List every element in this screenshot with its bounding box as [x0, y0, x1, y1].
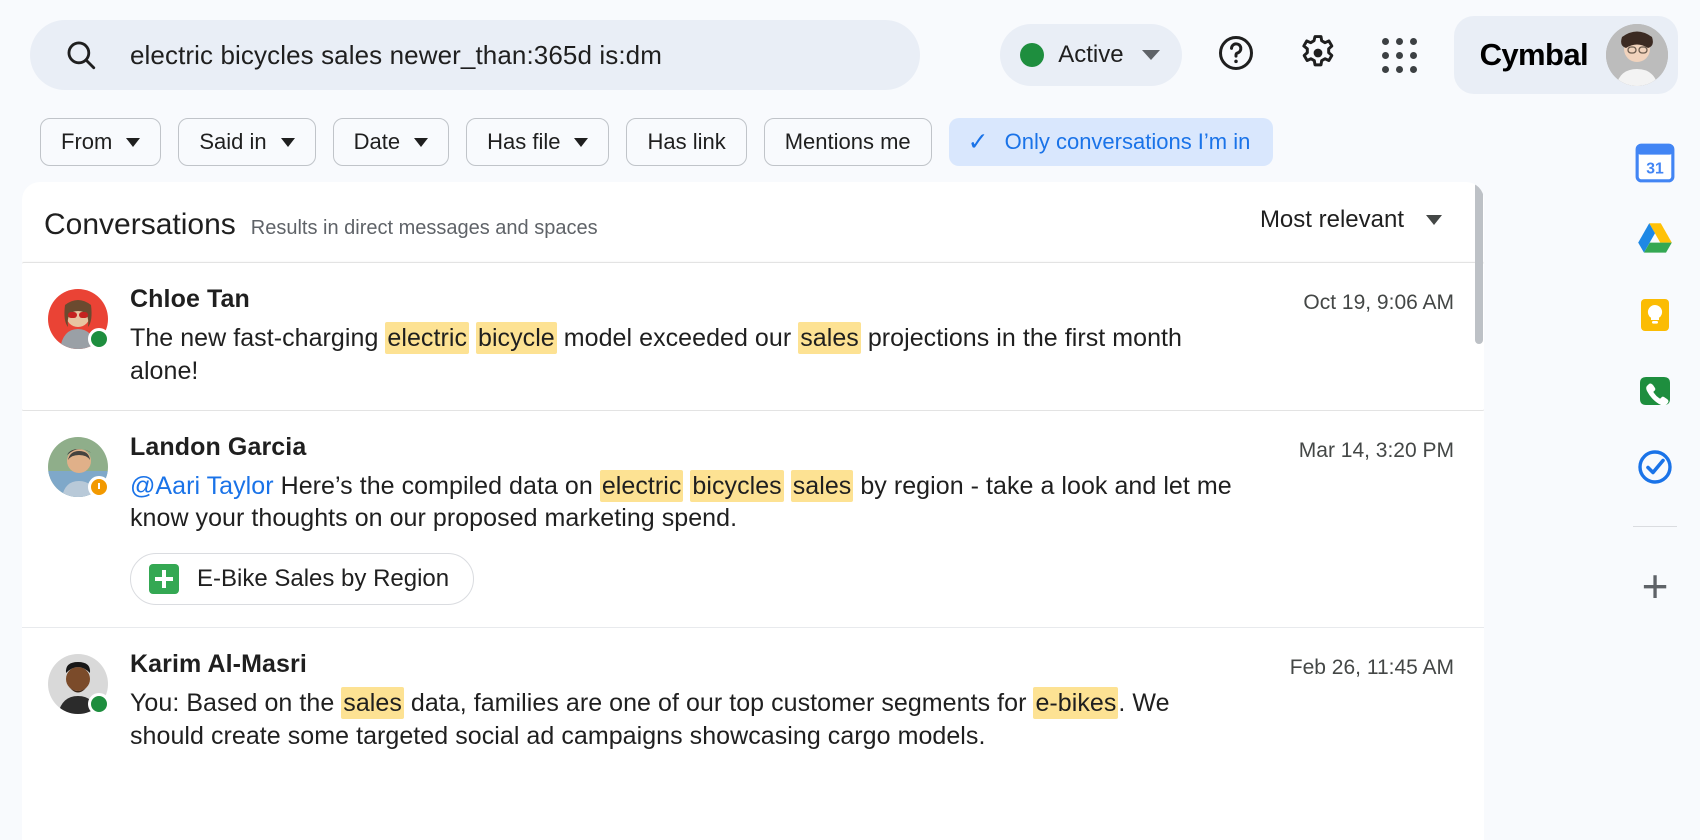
google-keep-icon[interactable] [1632, 292, 1678, 338]
search-icon [64, 38, 98, 72]
attachment-chip[interactable]: E-Bike Sales by Region [130, 553, 475, 605]
result-item[interactable]: Karim Al-Masri You: Based on the sales d… [22, 627, 1484, 775]
apps-grid-icon [1382, 37, 1418, 73]
google-voice-icon[interactable] [1632, 368, 1678, 414]
search-highlight: sales [341, 687, 404, 719]
svg-text:31: 31 [1646, 161, 1664, 178]
filter-chip-date[interactable]: Date [332, 118, 450, 166]
presence-online-icon [88, 693, 110, 715]
filter-chip-label: Only conversations I’m in [1004, 129, 1251, 154]
chevron-down-icon [1426, 215, 1442, 225]
help-button[interactable] [1208, 27, 1264, 83]
gear-icon [1297, 32, 1339, 79]
google-calendar-icon[interactable]: 31 [1632, 140, 1678, 186]
check-icon: ✓ [967, 127, 989, 156]
sort-dropdown[interactable]: Most relevant [1260, 206, 1442, 234]
scrollbar[interactable] [1474, 182, 1484, 840]
filter-chip-label: Mentions me [784, 129, 911, 154]
filter-chip-label: Date [353, 129, 401, 154]
add-app-button[interactable]: + [1632, 563, 1678, 609]
filter-chip-label: Said in [199, 129, 267, 154]
filter-chip-only-conversations[interactable]: ✓ Only conversations I’m in [948, 118, 1274, 166]
result-item[interactable]: Chloe Tan The new fast-charging electric… [22, 262, 1484, 411]
filter-chip-has-link[interactable]: Has link [626, 118, 747, 166]
result-item[interactable]: Landon Garcia @Aari Taylor Here’s the co… [22, 410, 1484, 627]
google-drive-icon[interactable] [1632, 216, 1678, 262]
plus-icon: + [1641, 560, 1669, 612]
search-highlight: sales [798, 322, 861, 354]
sender-name: Landon Garcia [130, 432, 307, 461]
message-snippet: The new fast-charging electric bicycle m… [130, 322, 1182, 385]
google-sheets-icon [149, 564, 179, 594]
chevron-down-icon [574, 137, 589, 147]
presence-away-icon [88, 475, 110, 498]
avatar[interactable] [48, 436, 110, 498]
google-tasks-icon[interactable] [1632, 444, 1678, 490]
status-button[interactable]: Active [1000, 24, 1182, 86]
sender-name: Chloe Tan [130, 285, 250, 313]
avatar[interactable] [48, 654, 110, 715]
search-highlight: electric [385, 322, 469, 354]
header-actions: Active Cymbal [1000, 0, 1700, 110]
page-title: Conversations [44, 208, 236, 241]
message-snippet: @Aari Taylor Here’s the compiled data on… [130, 469, 1232, 533]
search-highlight: electric [599, 469, 684, 502]
filter-chip-has-file[interactable]: Has file [466, 118, 610, 166]
filter-chip-label: Has file [487, 129, 561, 154]
chevron-down-icon [126, 137, 141, 147]
status-label: Active [1058, 41, 1124, 68]
timestamp: Mar 14, 3:20 PM [1298, 438, 1454, 462]
results-subtitle: Results in direct messages and spaces [250, 217, 598, 239]
filter-chip-mentions-me[interactable]: Mentions me [763, 118, 932, 166]
presence-online-icon [88, 328, 110, 350]
timestamp: Feb 26, 11:45 AM [1289, 656, 1454, 679]
results-header: Conversations Results in direct messages… [22, 182, 1484, 242]
filter-chip-said-in[interactable]: Said in [178, 118, 316, 166]
search-bar[interactable]: electric bicycles sales newer_than:365d … [30, 20, 920, 90]
search-highlight: bicycles [690, 469, 784, 502]
sort-label: Most relevant [1259, 206, 1404, 233]
search-input[interactable]: electric bicycles sales newer_than:365d … [130, 40, 662, 71]
search-highlight: sales [790, 469, 854, 502]
app-header: electric bicycles sales newer_than:365d … [0, 0, 1700, 110]
chevron-down-icon [414, 137, 429, 147]
filter-chip-from[interactable]: From [40, 118, 162, 166]
avatar[interactable] [1606, 24, 1668, 86]
brand-account-pill[interactable]: Cymbal [1453, 16, 1678, 94]
filter-chip-label: From [61, 129, 113, 154]
chevron-down-icon [1141, 50, 1160, 60]
mention-link[interactable]: @Aari Taylor [130, 472, 274, 500]
scrollbar-thumb[interactable] [1475, 182, 1483, 344]
attachment-label: E-Bike Sales by Region [197, 565, 450, 592]
filter-chip-label: Has link [647, 129, 726, 154]
side-panel-apps: 31 + [1610, 110, 1700, 840]
brand-name: Cymbal [1479, 37, 1589, 72]
apps-button[interactable] [1372, 27, 1428, 83]
help-icon [1216, 33, 1256, 78]
search-highlight: bicycle [476, 322, 557, 354]
timestamp: Oct 19, 9:06 AM [1303, 291, 1454, 314]
status-dot-icon [1020, 43, 1045, 67]
message-snippet: You: Based on the sales data, families a… [130, 687, 1170, 750]
results-panel: Conversations Results in direct messages… [22, 182, 1484, 840]
results-list: Chloe Tan The new fast-charging electric… [22, 262, 1484, 775]
chevron-down-icon [280, 137, 295, 147]
sender-name: Karim Al-Masri [130, 650, 307, 678]
avatar[interactable] [48, 289, 110, 350]
search-results-page: electric bicycles sales newer_than:365d … [0, 0, 1700, 840]
divider [1633, 526, 1677, 527]
search-highlight: e-bikes [1033, 687, 1119, 719]
settings-button[interactable] [1290, 27, 1346, 83]
filter-chip-row: From Said in Date Has file Has link Ment… [40, 118, 1274, 166]
